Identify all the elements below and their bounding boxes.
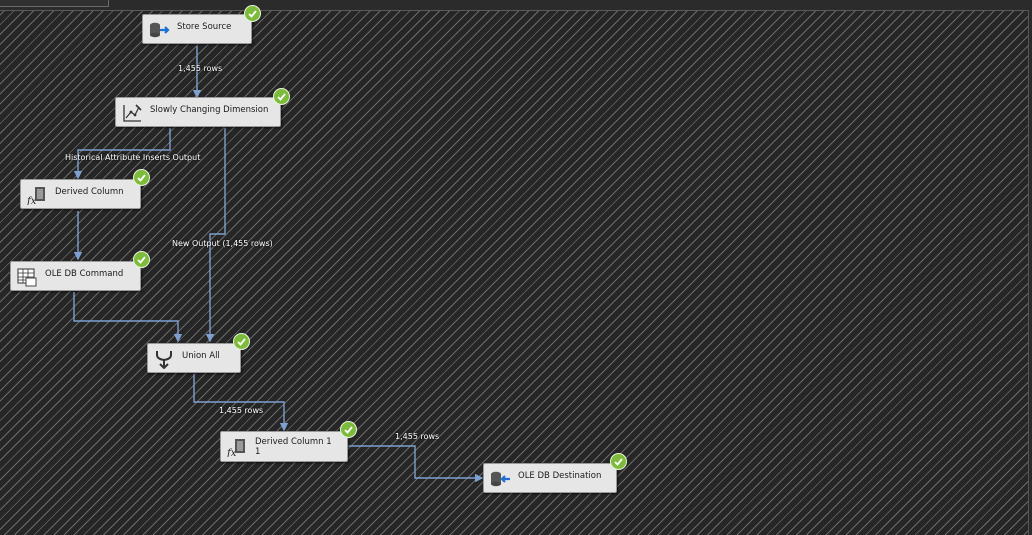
success-check-icon bbox=[233, 333, 250, 350]
component-union-all[interactable]: Union All bbox=[147, 343, 241, 373]
success-check-icon bbox=[273, 88, 290, 105]
path-label-source-rows: 1,455 rows bbox=[178, 64, 223, 73]
path-label-new-output: New Output (1,455 rows) bbox=[172, 239, 273, 248]
path-label-dest-rows: 1,455 rows bbox=[395, 432, 440, 441]
success-check-icon bbox=[610, 453, 627, 470]
component-label: Store Source bbox=[177, 22, 232, 32]
path-derived1-to-dest[interactable] bbox=[348, 445, 484, 483]
component-label: Derived Column bbox=[55, 187, 124, 197]
component-slowly-changing-dimension[interactable]: Slowly Changing Dimension bbox=[115, 97, 281, 127]
database-arrow-icon bbox=[150, 22, 170, 38]
success-check-icon bbox=[340, 421, 357, 438]
component-derived-column[interactable]: fx Derived Column bbox=[20, 179, 141, 209]
success-check-icon bbox=[133, 169, 150, 186]
fx-icon: fx bbox=[26, 187, 45, 205]
component-store-source[interactable]: Store Source bbox=[142, 14, 252, 44]
path-label-union-rows: 1,455 rows bbox=[219, 406, 264, 415]
path-command-to-union[interactable] bbox=[73, 292, 183, 343]
scd-chart-icon bbox=[123, 104, 142, 122]
component-label: Derived Column 1 1 bbox=[255, 437, 332, 457]
component-derived-column-1[interactable]: fx Derived Column 1 1 bbox=[220, 431, 348, 462]
svg-text:fx: fx bbox=[226, 448, 237, 457]
path-scd-new-output[interactable] bbox=[205, 128, 226, 343]
component-label: OLE DB Command bbox=[45, 269, 124, 279]
path-label-historical-inserts: Historical Attribute Inserts Output bbox=[65, 153, 201, 162]
merge-icon bbox=[156, 351, 172, 369]
component-label: OLE DB Destination bbox=[518, 471, 602, 481]
success-check-icon bbox=[133, 251, 150, 268]
grid-icon bbox=[17, 268, 37, 287]
component-label: Union All bbox=[182, 351, 220, 361]
component-label: Slowly Changing Dimension bbox=[150, 105, 269, 115]
component-ole-db-command[interactable]: OLE DB Command bbox=[10, 261, 141, 291]
path-connectors bbox=[73, 46, 484, 483]
component-ole-db-destination[interactable]: OLE DB Destination bbox=[483, 463, 617, 493]
database-arrow-in-icon bbox=[491, 471, 510, 487]
path-union-to-derived1[interactable] bbox=[193, 374, 289, 432]
svg-text:fx: fx bbox=[26, 196, 37, 205]
fx-icon: fx bbox=[226, 439, 245, 457]
success-check-icon bbox=[244, 5, 261, 22]
